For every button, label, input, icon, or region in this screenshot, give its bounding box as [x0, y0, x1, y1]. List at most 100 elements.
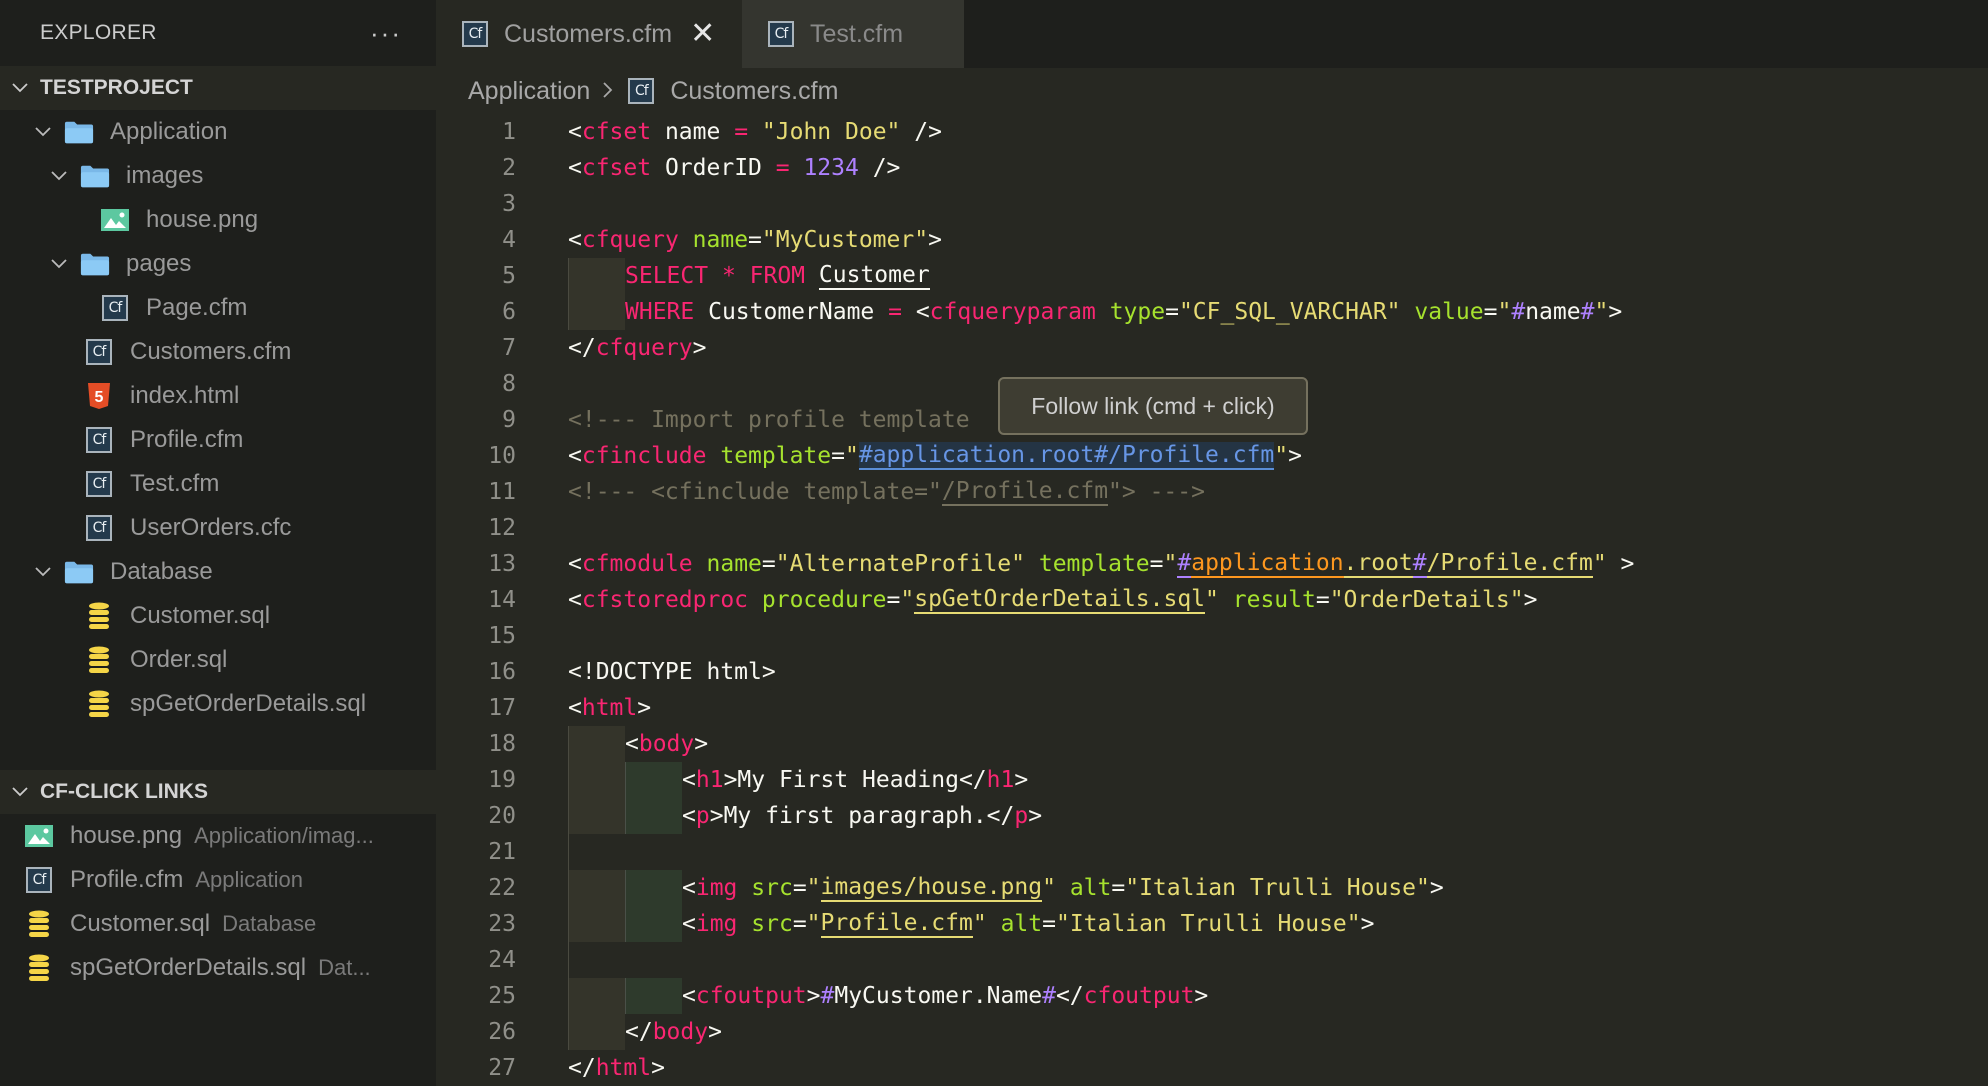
code-editor[interactable]: 1 < cfset name = "John Doe" /> 2 < cfset Orde…: [436, 114, 1988, 1086]
link-item-spgetorderdetails-sql[interactable]: spGetOrderDetails.sql Dat...: [0, 946, 436, 990]
code-line[interactable]: 27 </html >: [436, 1050, 1988, 1086]
code-link[interactable]: Customer: [818, 262, 930, 290]
breadcrumb-file[interactable]: Customers.cfm: [670, 77, 838, 106]
code-token: cfinclude: [581, 443, 707, 469]
tree-item-order-sql[interactable]: Order.sql: [0, 638, 436, 682]
tab-label: Test.cfm: [810, 19, 904, 48]
code-token: <: [682, 911, 696, 937]
tab-customers-cfm[interactable]: Cf Customers.cfm ✕: [436, 0, 742, 68]
code-token: <!DOCTYPE html>: [568, 659, 776, 685]
breadcrumb-folder[interactable]: Application: [468, 77, 590, 106]
code-token: >My first paragraph.</: [709, 803, 1015, 829]
tree-item-customers-cfm[interactable]: Cf Customers.cfm: [0, 330, 436, 374]
code-token: name: [1525, 299, 1581, 325]
code-link[interactable]: #application.root#/Profile.cfm: [858, 442, 1275, 470]
code-line[interactable]: 15: [436, 618, 1988, 654]
code-token: </: [1055, 983, 1084, 1009]
code-line[interactable]: 19 < h1 >My First Heading</h1 >: [436, 762, 1988, 798]
code-token: type: [1109, 299, 1166, 325]
tree-item-index-html[interactable]: 5 index.html: [0, 374, 436, 418]
tree-item-label: Page.cfm: [146, 294, 248, 321]
code-token: #: [820, 983, 835, 1009]
code-line[interactable]: 11 <!--- <cfinclude template="/Profile.cf…: [436, 474, 1988, 510]
code-token: ": [1594, 299, 1609, 325]
code-line[interactable]: 12: [436, 510, 1988, 546]
close-icon[interactable]: ✕: [690, 19, 715, 49]
code-token: <: [568, 227, 582, 253]
code-token: ": [1205, 587, 1219, 613]
code-line[interactable]: 7 </cfquery >: [436, 330, 1988, 366]
code-line[interactable]: 2 < cfset OrderID = 1234 />: [436, 150, 1988, 186]
code-token: body: [638, 731, 695, 757]
code-line[interactable]: 24: [436, 942, 1988, 978]
database-file-icon: [24, 910, 54, 938]
section-testproject[interactable]: TESTPROJECT: [0, 66, 436, 110]
code-line[interactable]: 22 < img src = " images/house.png " alt = "Itali…: [436, 870, 1988, 906]
code-line[interactable]: 25 < cfoutput > # MyCustomer.Name # </cfoutput >: [436, 978, 1988, 1014]
tree-item-database[interactable]: Database: [0, 550, 436, 594]
code-link[interactable]: #: [1412, 550, 1427, 578]
code-line[interactable]: 17 < html >: [436, 690, 1988, 726]
tree-item-profile-cfm[interactable]: Cf Profile.cfm: [0, 418, 436, 462]
tree-item-house-png[interactable]: house.png: [0, 198, 436, 242]
tree-item-label: Database: [110, 558, 213, 585]
tree-item-page-cfm[interactable]: Cf Page.cfm: [0, 286, 436, 330]
code-link[interactable]: #: [1177, 550, 1192, 578]
tree-item-pages[interactable]: pages: [0, 242, 436, 286]
code-line[interactable]: 18 < body >: [436, 726, 1988, 762]
database-file-icon: [24, 954, 54, 982]
link-item-customer-sql[interactable]: Customer.sql Database: [0, 902, 436, 946]
indent-guide: [625, 762, 682, 798]
code-line[interactable]: 20 < p >My first paragraph.</p >: [436, 798, 1988, 834]
indent-guide: [568, 942, 625, 978]
tree-item-spgetorderdetails-sql[interactable]: spGetOrderDetails.sql: [0, 682, 436, 726]
code-line[interactable]: 1 < cfset name = "John Doe" />: [436, 114, 1988, 150]
tree-item-images[interactable]: images: [0, 154, 436, 198]
code-line[interactable]: 14 < cfstoredproc procedure = " spGetOrderDet…: [436, 582, 1988, 618]
code-line[interactable]: 26 </body >: [436, 1014, 1988, 1050]
code-link[interactable]: /Profile.cfm: [1426, 550, 1593, 578]
tree-item-test-cfm[interactable]: Cf Test.cfm: [0, 462, 436, 506]
cf-file-icon: Cf: [626, 77, 656, 105]
code-line[interactable]: 23 < img src = " Profile.cfm " alt = "Italian Tr…: [436, 906, 1988, 942]
line-number: 22: [488, 875, 516, 901]
code-link[interactable]: spGetOrderDetails.sql: [914, 586, 1206, 614]
code-line[interactable]: 21: [436, 834, 1988, 870]
code-line[interactable]: 4 < cfquery name = "MyCustomer" >: [436, 222, 1988, 258]
indent-guide: [568, 798, 625, 834]
link-item-profile-cfm[interactable]: Cf Profile.cfm Application: [0, 858, 436, 902]
tree-item-userorders-cfc[interactable]: Cf UserOrders.cfc: [0, 506, 436, 550]
code-line[interactable]: 16 <!DOCTYPE html>: [436, 654, 1988, 690]
code-token: name: [651, 119, 735, 145]
line-number: 3: [502, 191, 516, 217]
code-token: >: [651, 1055, 665, 1081]
section-cf-click-links[interactable]: CF-CLICK LINKS: [0, 770, 436, 814]
code-line[interactable]: 10 < cfinclude template = " #application.root…: [436, 438, 1988, 474]
code-line[interactable]: 6 WHERE CustomerName = < cfqueryparam type…: [436, 294, 1988, 330]
code-token: />: [858, 155, 901, 181]
code-line[interactable]: 3: [436, 186, 1988, 222]
line-number: 15: [488, 623, 516, 649]
code-token: cfset: [581, 119, 652, 145]
tree-item-application[interactable]: Application: [0, 110, 436, 154]
code-line[interactable]: 5 SELECT * FROM Customer: [436, 258, 1988, 294]
code-link[interactable]: application: [1191, 550, 1344, 578]
link-item-house-png[interactable]: house.png Application/imag...: [0, 814, 436, 858]
tab-test-cfm[interactable]: Cf Test.cfm: [742, 0, 964, 68]
code-line[interactable]: 13 < cfmodule name = "AlternateProfile" temp…: [436, 546, 1988, 582]
database-file-icon: [84, 690, 114, 718]
code-link[interactable]: .root: [1343, 550, 1413, 578]
explorer-title: EXPLORER: [40, 21, 157, 44]
indent-guide: [625, 978, 682, 1014]
indent-guide: [568, 762, 625, 798]
code-token: FROM: [749, 263, 819, 289]
more-actions-icon[interactable]: ···: [370, 20, 402, 46]
code-content: </html >: [568, 1050, 665, 1086]
code-link[interactable]: images/house.png: [820, 874, 1043, 902]
code-link[interactable]: Profile.cfm: [820, 910, 973, 938]
code-link[interactable]: /Profile.cfm: [941, 478, 1109, 506]
code-token: img: [695, 911, 738, 937]
tree-item-customer-sql[interactable]: Customer.sql: [0, 594, 436, 638]
